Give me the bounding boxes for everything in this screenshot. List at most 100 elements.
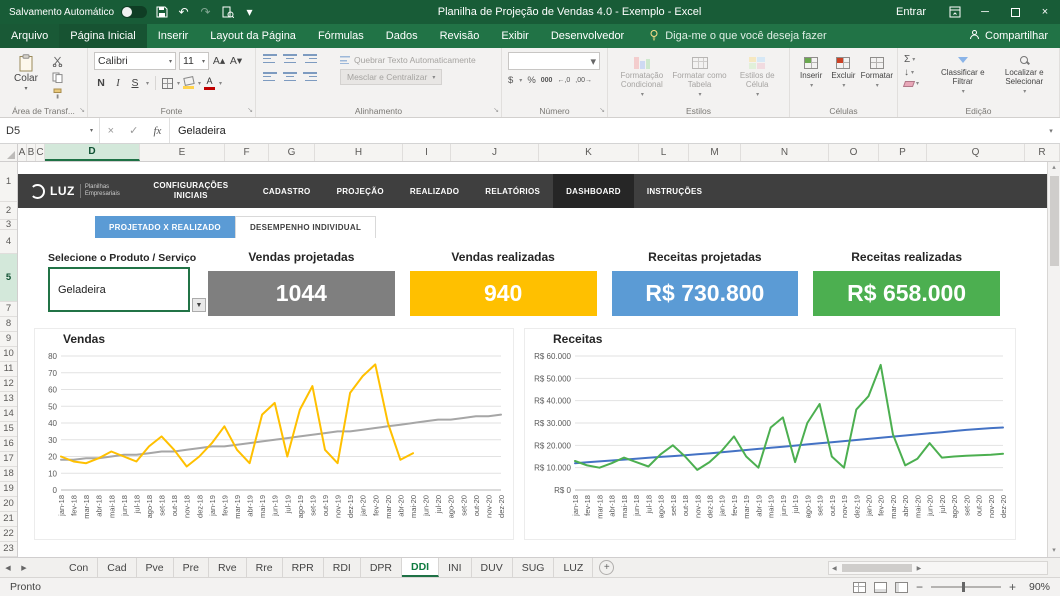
ribbon-tab-exibir[interactable]: Exibir [490,24,540,48]
ribbon-display-options-icon[interactable] [940,0,970,24]
merge-center-button[interactable]: Mesclar e Centralizar▾ [340,69,442,85]
underline-button[interactable]: S [128,75,142,91]
row-header-12[interactable]: 12 [0,377,17,392]
page-layout-view-icon[interactable] [874,582,887,593]
autosave-toggle[interactable] [121,6,147,18]
product-selector[interactable]: Geladeira [48,267,190,312]
bold-button[interactable]: N [94,75,108,91]
page-break-view-icon[interactable] [895,582,908,593]
print-preview-icon[interactable] [220,6,235,18]
sheet-tab-pve[interactable]: Pve [137,558,174,577]
minimize-button[interactable]: ─ [970,0,1000,24]
column-header-K[interactable]: K [539,144,639,161]
row-header-8[interactable]: 8 [0,317,17,332]
format-as-table-button[interactable]: Formatar como Tabela ▾ [672,55,728,98]
zoom-level[interactable]: 90% [1024,581,1050,593]
dashboard-subtab-projetado-x-realizado[interactable]: PROJETADO X REALIZADO [95,216,235,238]
row-header-9[interactable]: 9 [0,332,17,347]
formula-input[interactable]: Geladeira [170,118,1042,143]
zoom-out-button[interactable]: − [916,581,923,593]
insert-function-icon[interactable]: fx [153,125,161,137]
column-header-H[interactable]: H [315,144,403,161]
borders-icon[interactable] [162,78,173,89]
number-format-select[interactable]: ▾ [508,52,600,70]
find-select-button[interactable]: Localizar e Selecionar ▾ [994,52,1056,104]
clear-icon[interactable]: ▾ [904,81,932,87]
sheet-tab-rdi[interactable]: RDI [324,558,361,577]
format-painter-icon[interactable] [52,87,70,100]
row-header-18[interactable]: 18 [0,467,17,482]
ribbon-tab-revis-o[interactable]: Revisão [429,24,491,48]
dashboard-menu-realizado[interactable]: REALIZADO [397,174,472,208]
row-header-22[interactable]: 22 [0,527,17,542]
ribbon-tab-dados[interactable]: Dados [375,24,429,48]
delete-cells-button[interactable]: Excluir ▾ [828,55,858,89]
sheet-tab-sug[interactable]: SUG [513,558,555,577]
dashboard-menu-cadastro[interactable]: CADASTRO [250,174,324,208]
column-header-J[interactable]: J [451,144,539,161]
ribbon-tab-desenvolvedor[interactable]: Desenvolvedor [540,24,635,48]
horizontal-scroll-thumb[interactable] [842,564,912,572]
column-header-Q[interactable]: Q [927,144,1025,161]
dashboard-menu-instru-es[interactable]: INSTRUÇÕES [634,174,715,208]
save-icon[interactable] [154,6,169,18]
sheet-tab-dpr[interactable]: DPR [361,558,402,577]
product-selector-dropdown-button[interactable]: ▼ [192,298,206,312]
vertical-scrollbar[interactable]: ▴ ▾ [1047,162,1060,557]
cell-styles-button[interactable]: Estilos de Célula ▾ [729,55,785,98]
undo-icon[interactable]: ↶ [176,0,191,24]
chevron-down-icon[interactable]: ▾ [177,80,180,87]
ribbon-tab-inserir[interactable]: Inserir [147,24,200,48]
font-size-select[interactable]: 11▾ [179,52,209,70]
enter-icon[interactable]: ✓ [129,124,138,137]
column-header-I[interactable]: I [403,144,451,161]
row-header-1[interactable]: 1 [0,162,17,202]
paste-button[interactable]: Colar ▾ [6,52,46,104]
share-button[interactable]: Compartilhar [969,24,1048,48]
dashboard-menu-configura-es-iniciais[interactable]: CONFIGURAÇÕES INICIAIS [132,174,250,208]
zoom-in-button[interactable]: + [1009,581,1016,593]
column-header-L[interactable]: L [639,144,689,161]
chevron-down-icon[interactable]: ▾ [519,77,522,84]
row-header-19[interactable]: 19 [0,482,17,497]
close-button[interactable]: × [1030,0,1060,24]
conditional-formatting-button[interactable]: Formatação Condicional ▾ [614,55,670,98]
ribbon-tab-f-rmulas[interactable]: Fórmulas [307,24,375,48]
row-header-23[interactable]: 23 [0,542,17,557]
font-name-select[interactable]: Calibri▾ [94,52,176,70]
sheet-tab-ddi[interactable]: DDI [402,558,439,577]
scroll-left-icon[interactable]: ◀ [829,565,840,572]
decrease-font-size-icon[interactable]: A▾ [229,53,243,69]
maximize-button[interactable] [1000,0,1030,24]
autosum-icon[interactable]: Σ▾ [904,55,932,65]
accounting-format-icon[interactable]: $ [508,75,513,86]
fill-color-icon[interactable] [183,77,194,89]
cut-icon[interactable] [52,55,70,68]
sheet-tab-ini[interactable]: INI [439,558,471,577]
align-center-icon[interactable] [282,70,298,83]
zoom-slider[interactable] [931,586,1001,588]
scroll-right-icon[interactable]: ▶ [914,565,925,572]
ribbon-tab-p-gina-inicial[interactable]: Página Inicial [59,24,146,48]
column-header-A[interactable]: A [18,144,27,161]
column-header-G[interactable]: G [269,144,315,161]
dashboard-menu-dashboard[interactable]: DASHBOARD [553,174,634,208]
sheet-tab-rpr[interactable]: RPR [283,558,324,577]
increase-decimal-icon[interactable]: ←,0 [557,77,570,84]
column-header-E[interactable]: E [140,144,225,161]
sheet-nav-left-icon[interactable]: ◀ [0,558,16,577]
sheet-nav-right-icon[interactable]: ▶ [16,558,32,577]
italic-button[interactable]: I [111,75,125,91]
scroll-up-icon[interactable]: ▴ [1052,162,1056,174]
column-header-O[interactable]: O [829,144,879,161]
ribbon-tab-layout-da-p-gina[interactable]: Layout da Página [199,24,307,48]
vertical-scroll-thumb[interactable] [1050,176,1059,266]
column-header-P[interactable]: P [879,144,927,161]
chevron-down-icon[interactable]: ▾ [198,80,201,87]
dashboard-menu-relat-rios[interactable]: RELATÓRIOS [472,174,553,208]
sheet-tab-con[interactable]: Con [60,558,98,577]
column-header-C[interactable]: C [36,144,45,161]
zoom-slider-knob[interactable] [962,582,965,592]
row-header-11[interactable]: 11 [0,362,17,377]
sheet-tab-rre[interactable]: Rre [247,558,283,577]
